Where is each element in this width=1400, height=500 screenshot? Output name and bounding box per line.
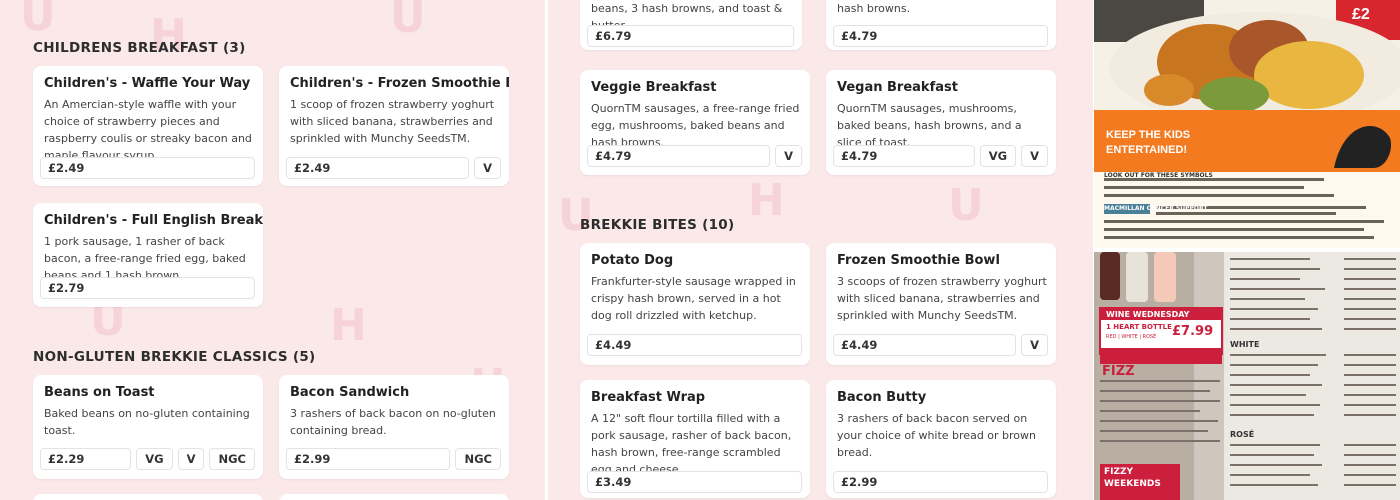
item-description: 3 rashers of back bacon on no-gluten con… — [290, 407, 496, 437]
menu-item-card[interactable]: Potato Dog Frankfurter-style sausage wra… — [580, 243, 810, 365]
menu-item-card[interactable] — [33, 494, 263, 500]
wine-price: £7.99 — [1172, 324, 1214, 339]
menu-item-card[interactable]: Bacon Butty 3 rashers of back bacon serv… — [826, 380, 1056, 498]
wine-wednesday-title: WINE WEDNESDAY — [1106, 310, 1190, 319]
drinks-menu-photo[interactable]: WINE WEDNESDAY 1 HEART BOTTLE RED | WHIT… — [1094, 252, 1400, 500]
item-title: Frozen Smoothie Bowl — [837, 253, 1000, 268]
item-title: Breakfast Wrap — [591, 390, 706, 405]
decor-h: H — [330, 300, 367, 351]
menu-item-card[interactable]: Beans on Toast Baked beans on no-gluten … — [33, 375, 263, 479]
item-title: Beans on Toast — [44, 385, 155, 400]
item-description: hash browns. — [837, 2, 911, 15]
white-heading: WHITE — [1230, 340, 1260, 349]
wine-colors-label: RED | WHITE | ROSÉ — [1106, 334, 1157, 340]
price-box: £4.79 — [833, 25, 1048, 47]
menu-item-card[interactable] — [279, 494, 509, 500]
menu-item-card[interactable]: hash browns. £4.79 — [826, 0, 1056, 50]
symbols-label: LOOK OUT FOR THESE SYMBOLS — [1104, 172, 1213, 179]
dietary-tag: V — [177, 448, 205, 470]
item-description: A 12" soft flour tortilla filled with a … — [591, 412, 792, 476]
price-badge: £2 — [1352, 6, 1370, 23]
price-box: £6.79 — [587, 25, 794, 47]
menu-item-card[interactable]: Breakfast Wrap A 12" soft flour tortilla… — [580, 380, 810, 498]
decor-h: U — [558, 190, 594, 241]
price-box: £2.49 — [286, 157, 470, 179]
item-title: Children's - Waffle Your Way — [44, 76, 251, 91]
price-box: £4.79 — [833, 145, 975, 167]
item-description: 3 rashers of back bacon served on your c… — [837, 412, 1037, 459]
kids-menu-photo[interactable]: KEEP THE KIDS ENTERTAINED! £2 LOOK OUT F… — [1094, 0, 1400, 248]
wine-bottle-label: 1 HEART BOTTLE — [1106, 323, 1172, 331]
dietary-tag: VG — [979, 145, 1017, 167]
rose-heading: ROSÉ — [1230, 430, 1255, 439]
fizz-heading: FIZZ — [1102, 364, 1135, 379]
menu-item-card[interactable]: Vegan Breakfast QuornTM sausages, mushro… — [826, 70, 1056, 175]
menu-item-card[interactable]: Veggie Breakfast QuornTM sausages, a fre… — [580, 70, 810, 175]
decor-h: U — [948, 180, 984, 231]
drinks-menu-illustration — [1094, 252, 1400, 500]
dietary-tag: VG — [136, 448, 173, 470]
banner-line-2: ENTERTAINED! — [1106, 144, 1188, 156]
decor-h: H — [748, 175, 785, 226]
menu-item-card[interactable]: Frozen Smoothie Bowl 3 scoops of frozen … — [826, 243, 1056, 365]
dietary-tag: NGC — [209, 448, 255, 470]
menu-item-card[interactable]: Children's - Frozen Smoothie Bowl 1 scoo… — [279, 66, 509, 186]
menu-photos-column: KEEP THE KIDS ENTERTAINED! £2 LOOK OUT F… — [1094, 0, 1400, 500]
item-description: QuornTM sausages, a free-range fried egg… — [591, 102, 800, 149]
section-title-childrens-breakfast: CHILDRENS BREAKFAST (3) — [33, 40, 246, 56]
decor-h: U — [390, 0, 426, 43]
menu-item-card[interactable]: Bacon Sandwich 3 rashers of back bacon o… — [279, 375, 509, 479]
section-title-brekkie-bites: BREKKIE BITES (10) — [580, 217, 735, 233]
menu-item-card[interactable]: beans, 3 hash browns, and toast & butter… — [580, 0, 802, 50]
price-box: £3.49 — [587, 471, 802, 493]
item-description: An Amercian-style waffle with your choic… — [44, 98, 252, 162]
item-description: 3 scoops of frozen strawberry yoghurt wi… — [837, 275, 1047, 322]
item-title: Veggie Breakfast — [591, 80, 717, 95]
fizzy-weekends-line-1: FIZZY — [1104, 467, 1134, 477]
price-box: £2.29 — [40, 448, 132, 470]
price-box: £2.99 — [286, 448, 451, 470]
item-title: Vegan Breakfast — [837, 80, 958, 95]
item-description: Frankfurter-style sausage wrapped in cri… — [591, 275, 796, 322]
price-box: £2.79 — [40, 277, 255, 299]
fizzy-weekends-line-2: WEEKENDS — [1104, 479, 1161, 489]
dietary-tag: NGC — [455, 448, 501, 470]
price-box: £2.99 — [833, 471, 1048, 493]
menu-panel-middle: U H U U beans, 3 hash browns, and toast … — [548, 0, 1093, 500]
section-title-non-gluten: NON-GLUTEN BREKKIE CLASSICS (5) — [33, 349, 316, 365]
menu-panel-left: U H U H U U CHILDRENS BREAKFAST (3) Chil… — [0, 0, 545, 500]
decor-h: U — [20, 0, 56, 41]
price-box: £2.49 — [40, 157, 255, 179]
dietary-tag: V — [1021, 334, 1048, 356]
dietary-tag: V — [474, 157, 501, 179]
item-description: 1 scoop of frozen strawberry yoghurt wit… — [290, 98, 495, 145]
item-title: Potato Dog — [591, 253, 674, 268]
menu-item-card[interactable]: Children's - Full English Breakfast 1 po… — [33, 203, 263, 307]
menu-item-card[interactable]: Children's - Waffle Your Way An Amercian… — [33, 66, 263, 186]
item-title: Bacon Butty — [837, 390, 927, 405]
item-title: Bacon Sandwich — [290, 385, 410, 400]
item-description: QuornTM sausages, mushrooms, baked beans… — [837, 102, 1022, 149]
price-box: £4.49 — [833, 334, 1017, 356]
dietary-tag: V — [775, 145, 802, 167]
price-box: £4.49 — [587, 334, 802, 356]
price-box: £4.79 — [587, 145, 771, 167]
item-description: Baked beans on no-gluten containing toas… — [44, 407, 250, 437]
item-title: Children's - Frozen Smoothie Bowl — [290, 76, 509, 91]
item-title: Children's - Full English Breakfast — [44, 213, 263, 228]
banner-line-1: KEEP THE KIDS — [1106, 129, 1191, 141]
dietary-tag: V — [1021, 145, 1048, 167]
charity-label: MACMILLAN CANCER SUPPORT — [1104, 205, 1208, 212]
